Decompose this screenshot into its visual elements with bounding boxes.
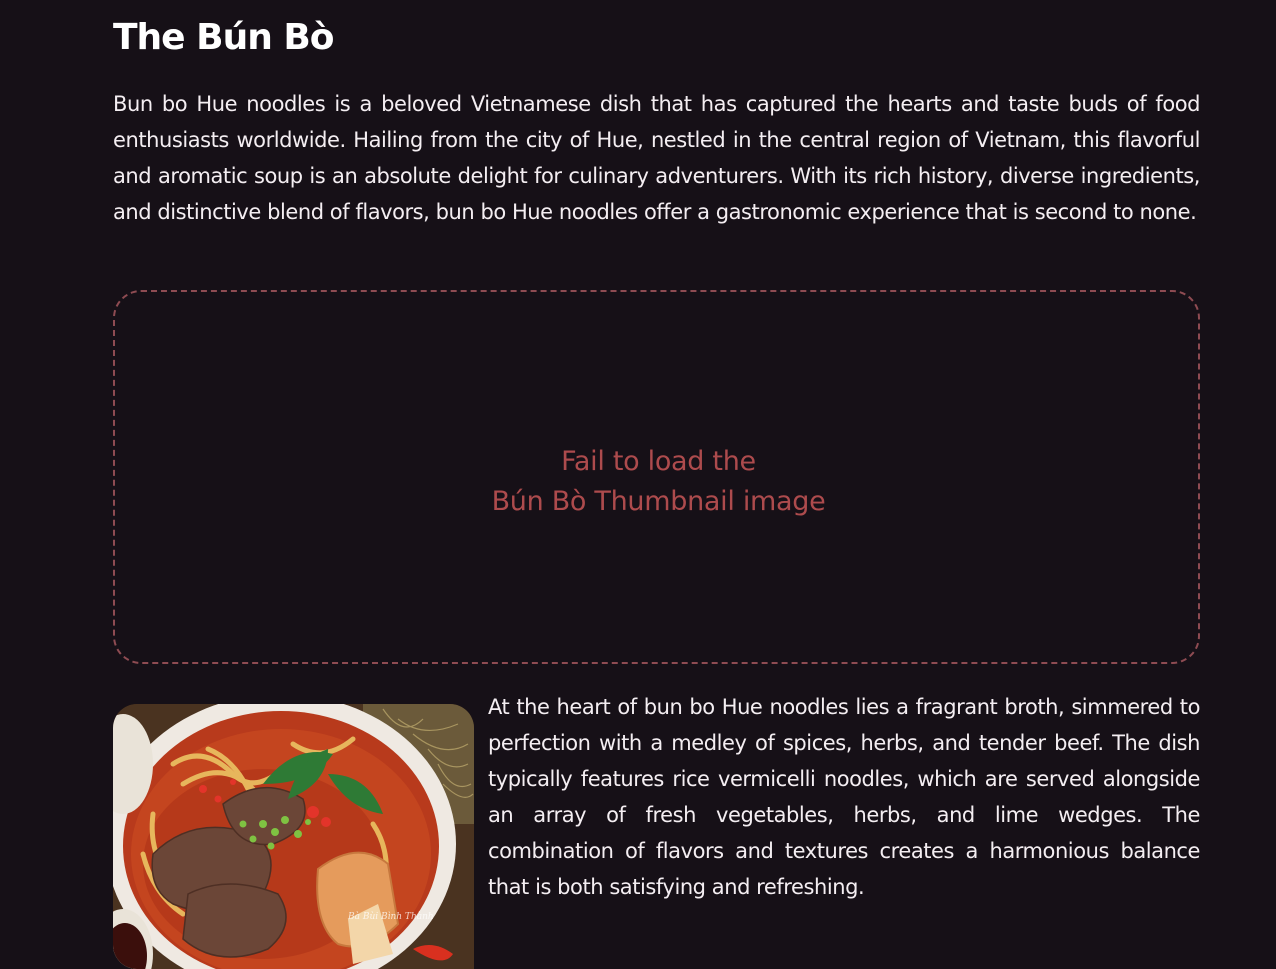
- bun-bo-photo-illustration: Bà Bùi Bình Thành: [113, 704, 474, 969]
- body-paragraph: At the heart of bun bo Hue noodles lies …: [488, 695, 1200, 899]
- thumbnail-error-line-1: Fail to load the: [561, 446, 756, 477]
- thumbnail-placeholder: Fail to load the Bún Bò Thumbnail image: [113, 290, 1200, 664]
- page-title: The Bún Bò: [113, 17, 335, 58]
- thumbnail-error-line-2: Bún Bò Thumbnail image: [491, 486, 826, 517]
- article-page: The Bún Bò Bun bo Hue noodles is a belov…: [0, 0, 1276, 969]
- bun-bo-photo: Bà Bùi Bình Thành: [113, 704, 474, 969]
- intro-paragraph: Bun bo Hue noodles is a beloved Vietname…: [113, 92, 1200, 224]
- thumbnail-error-message: Fail to load the Bún Bò Thumbnail image: [115, 442, 1202, 522]
- photo-watermark: Bà Bùi Bình Thành: [347, 911, 434, 922]
